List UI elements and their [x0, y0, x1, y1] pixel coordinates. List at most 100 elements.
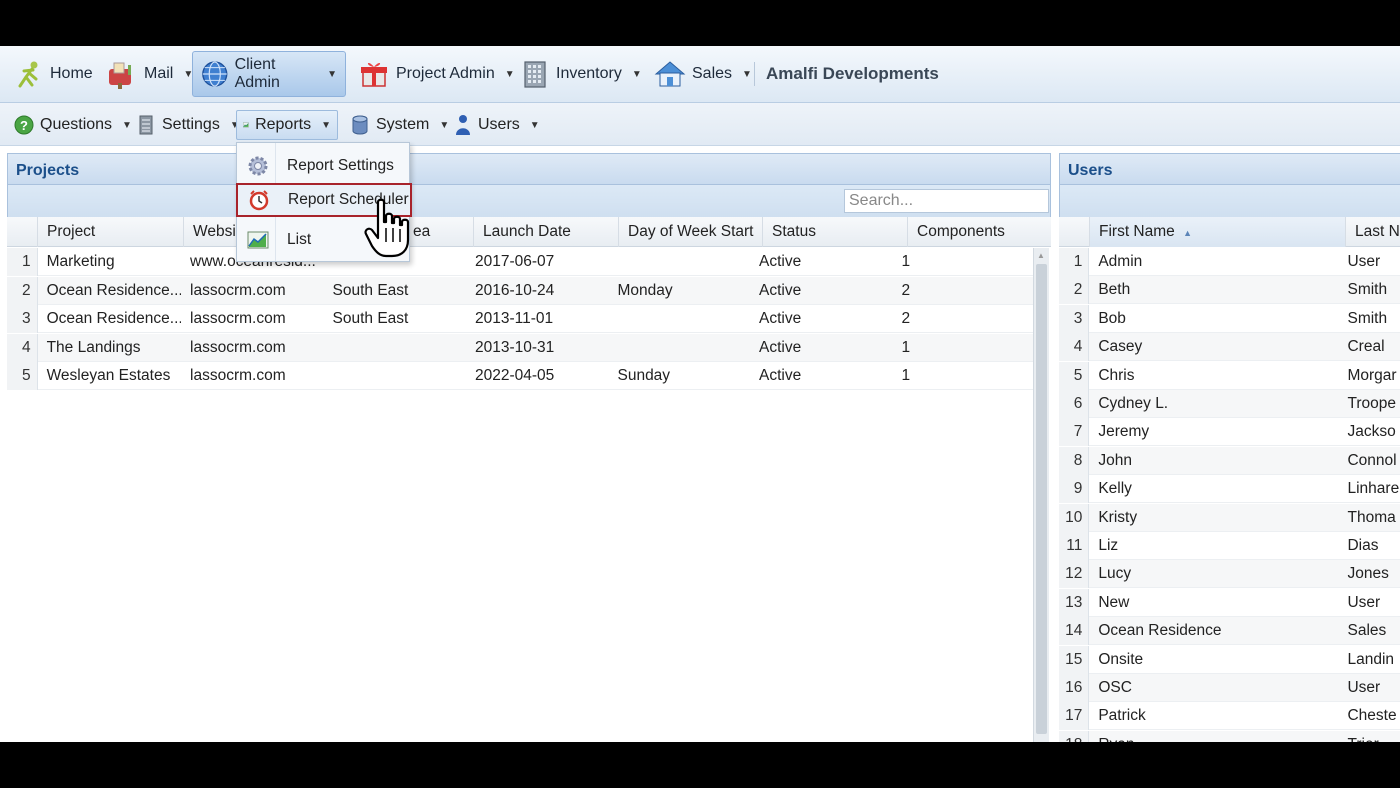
table-row[interactable]: 11 Liz Dias: [1059, 532, 1400, 560]
cell-dow: [608, 248, 750, 276]
table-row[interactable]: 2 Ocean Residence... lassocrm.com South Eas…: [7, 276, 1033, 305]
column-header-first-name[interactable]: First Name ▲: [1090, 217, 1346, 247]
globe-icon: [202, 61, 228, 87]
cell-website: lassocrm.com: [190, 281, 286, 299]
row-number: 5: [7, 362, 38, 390]
cell-first-name: New: [1098, 593, 1130, 611]
table-row[interactable]: 4 Casey Creal: [1059, 333, 1400, 362]
row-number: 18: [1059, 730, 1090, 742]
top-navigation-bar: Home Mail ▼ Client Admin ▼ Project Admin…: [0, 46, 1400, 103]
cell-first-name: Cydney L.: [1098, 395, 1169, 412]
nav-project-admin[interactable]: Project Admin ▼: [350, 52, 523, 96]
table-row[interactable]: 5 Wesleyan Estates lassocrm.com 2022-04-05 S…: [7, 362, 1033, 390]
subnav-system[interactable]: System ▼: [344, 110, 455, 140]
table-row[interactable]: 16 OSC User: [1059, 674, 1400, 702]
subnav-reports[interactable]: Reports ▼: [236, 110, 338, 140]
nav-project-admin-label: Project Admin: [396, 65, 495, 82]
cell-website: lassocrm.com: [190, 367, 286, 384]
cell-first-name: Admin: [1098, 253, 1143, 270]
cell-last-name: User: [1347, 593, 1381, 611]
cell-last-name: Jones: [1347, 565, 1389, 583]
cell-project: Ocean Residence...: [46, 281, 182, 299]
table-row[interactable]: 6 Cydney L. Troope: [1059, 390, 1400, 418]
projects-search-input[interactable]: [844, 189, 1049, 213]
column-header-launch-date[interactable]: Launch Date: [474, 217, 619, 247]
rownum-header: [1059, 217, 1090, 247]
cell-first-name: Casey: [1098, 338, 1143, 356]
table-row[interactable]: 17 Patrick Cheste: [1059, 702, 1400, 731]
table-row[interactable]: 3 Ocean Residence... lassocrm.com South Eas…: [7, 305, 1033, 333]
projects-toolbar: [7, 185, 1051, 217]
subnav-users[interactable]: Users ▼: [448, 110, 546, 140]
cell-last-name: Landin: [1347, 650, 1395, 668]
table-row[interactable]: 9 Kelly Linhare: [1059, 475, 1400, 504]
subnav-settings[interactable]: Settings ▼: [130, 110, 246, 140]
chevron-down-icon: ▼: [327, 68, 337, 80]
menu-item-report-settings[interactable]: Report Settings: [237, 149, 407, 183]
cell-last-name: Cheste: [1347, 707, 1397, 725]
cell-first-name: OSC: [1098, 679, 1132, 696]
nav-client-admin[interactable]: Client Admin ▼: [192, 51, 346, 97]
column-header-status[interactable]: Status: [763, 217, 908, 247]
nav-sales[interactable]: Sales ▼: [646, 52, 760, 96]
column-header-last-name[interactable]: Last Na: [1346, 217, 1400, 247]
chart-icon: [247, 231, 269, 249]
column-header-components[interactable]: Components: [908, 217, 1051, 247]
table-row[interactable]: 1 Admin User: [1059, 248, 1400, 276]
column-header-day-of-week-start[interactable]: Day of Week Start: [619, 217, 763, 247]
nav-inventory[interactable]: Inventory ▼: [512, 52, 650, 96]
home-figure-icon: [18, 61, 38, 88]
table-row[interactable]: 8 John Connol: [1059, 446, 1400, 475]
row-number: 1: [7, 248, 38, 276]
company-name: Amalfi Developments: [766, 64, 939, 83]
cell-area: South East: [332, 310, 409, 327]
subnav-reports-label: Reports: [255, 116, 312, 133]
nav-home[interactable]: Home: [6, 52, 101, 96]
cell-launch: 2016-10-24: [475, 281, 555, 299]
cell-website: lassocrm.com: [190, 338, 286, 356]
cell-first-name: Kristy: [1098, 508, 1138, 526]
table-row[interactable]: 4 The Landings lassocrm.com 2013-10-31 Activ…: [7, 333, 1033, 362]
cell-first-name: Lucy: [1098, 565, 1132, 583]
cell-last-name: User: [1347, 253, 1381, 270]
cell-last-name: Troope: [1347, 395, 1397, 412]
menu-item-label: Report Settings: [287, 157, 394, 174]
table-row[interactable]: 15 Onsite Landin: [1059, 645, 1400, 674]
subnav-questions[interactable]: ? Questions ▼: [8, 110, 138, 140]
menu-item-label: List: [287, 231, 312, 248]
row-number: 14: [1059, 617, 1090, 646]
row-number: 9: [1059, 475, 1090, 504]
cell-components: 1: [901, 338, 911, 356]
table-row[interactable]: 14 Ocean Residence Sales: [1059, 617, 1400, 646]
table-row[interactable]: 3 Bob Smith: [1059, 304, 1400, 333]
gift-box-icon: [361, 62, 387, 87]
subnav-system-label: System: [376, 116, 430, 133]
cell-dow: [608, 334, 750, 362]
cell-components: 2: [901, 281, 911, 299]
scroll-up-arrow-icon[interactable]: ▲: [1037, 251, 1045, 260]
table-row[interactable]: 10 Kristy Thoma: [1059, 503, 1400, 532]
table-row[interactable]: 12 Lucy Jones: [1059, 560, 1400, 589]
cell-first-name: Liz: [1098, 537, 1119, 554]
cell-last-name: Connol: [1347, 451, 1397, 469]
table-row[interactable]: 7 Jeremy Jackso: [1059, 418, 1400, 447]
column-header-first-name-label: First Name: [1099, 223, 1175, 240]
cell-project: The Landings: [46, 338, 141, 356]
row-number: 4: [1059, 333, 1090, 362]
row-number: 13: [1059, 588, 1090, 617]
column-header-project[interactable]: Project: [38, 217, 184, 247]
table-row[interactable]: 13 New User: [1059, 588, 1400, 617]
cell-project: Wesleyan Estates: [46, 367, 171, 384]
cell-components: 1: [901, 367, 911, 384]
database-icon: [352, 115, 368, 135]
cell-first-name: Bob: [1098, 309, 1126, 327]
table-row[interactable]: 5 Chris Morgar: [1059, 361, 1400, 390]
table-row[interactable]: 2 Beth Smith: [1059, 276, 1400, 305]
chevron-down-icon: ▼: [529, 119, 540, 131]
table-row[interactable]: 1Marketingwww.oceanresid...2017-06-07Act…: [7, 248, 1033, 276]
projects-vertical-scrollbar[interactable]: ▲: [1033, 248, 1049, 742]
nav-mail[interactable]: Mail ▼: [98, 52, 201, 96]
row-number: 2: [7, 276, 38, 305]
scrollbar-thumb[interactable]: [1036, 264, 1047, 734]
table-row[interactable]: 18RyanTrier: [1059, 730, 1400, 742]
